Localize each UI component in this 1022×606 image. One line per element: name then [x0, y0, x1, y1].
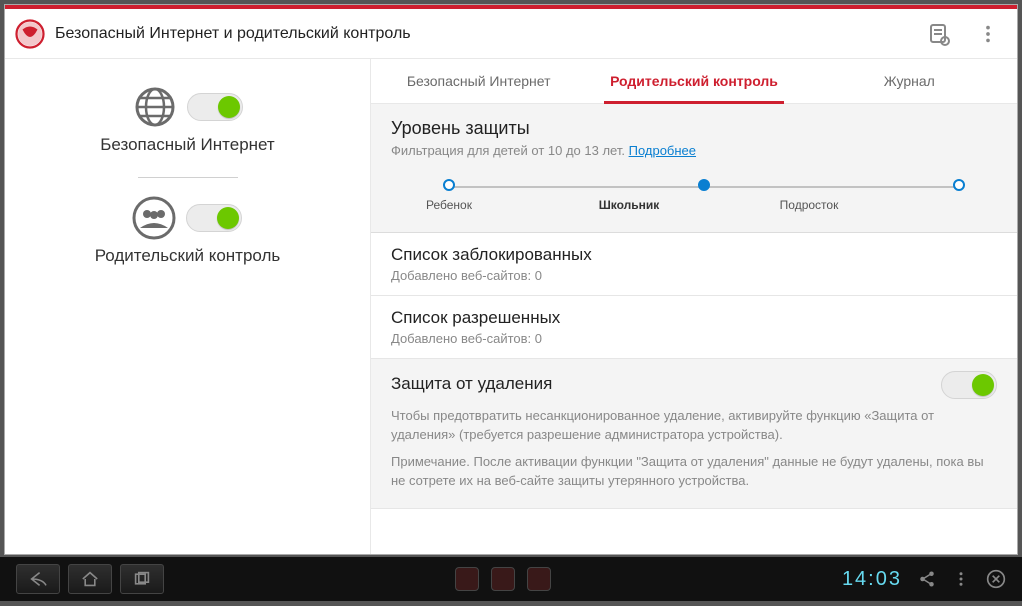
delete-protection-note1: Чтобы предотвратить несанкционированное … — [391, 407, 997, 445]
allowed-title: Список разрешенных — [391, 308, 997, 328]
protection-level-panel: Уровень защиты Фильтрация для детей от 1… — [371, 104, 1017, 233]
tab-journal[interactable]: Журнал — [802, 59, 1017, 103]
more-link[interactable]: Подробнее — [629, 143, 696, 158]
protection-subtitle: Фильтрация для детей от 10 до 13 лет. По… — [391, 143, 997, 158]
share-icon[interactable] — [918, 570, 936, 588]
app-title: Безопасный Интернет и родительский контр… — [55, 25, 927, 43]
toggle-safe-internet[interactable] — [187, 93, 243, 121]
menu-overflow-icon[interactable] — [977, 23, 999, 45]
recent-apps-button[interactable] — [120, 564, 164, 594]
tray-area[interactable] — [164, 567, 842, 591]
people-icon — [132, 196, 176, 240]
sidebar-item-parental[interactable]: Родительский контроль — [95, 196, 281, 266]
main-panel: Безопасный Интернет Родительский контрол… — [370, 59, 1017, 554]
sidebar: Безопасный Интернет Родительский контрол… — [5, 59, 370, 554]
home-button[interactable] — [68, 564, 112, 594]
sidebar-item-label: Безопасный Интернет — [100, 135, 274, 155]
tray-app-icon[interactable] — [527, 567, 551, 591]
tray-app-icon[interactable] — [491, 567, 515, 591]
close-x-icon[interactable] — [986, 569, 1006, 589]
app-logo-icon — [15, 19, 45, 49]
allowed-list-row[interactable]: Список разрешенных Добавлено веб-сайтов:… — [371, 296, 1017, 359]
blocked-list-row[interactable]: Список заблокированных Добавлено веб-сай… — [371, 233, 1017, 296]
sidebar-item-safe-internet[interactable]: Безопасный Интернет — [100, 85, 274, 155]
app-bar: Безопасный Интернет и родительский контр… — [5, 9, 1017, 59]
toggle-delete-protection[interactable] — [941, 371, 997, 399]
tabs: Безопасный Интернет Родительский контрол… — [371, 59, 1017, 104]
blocked-title: Список заблокированных — [391, 245, 997, 265]
delete-protection-note2: Примечание. После активации функции "Защ… — [391, 453, 997, 491]
back-button[interactable] — [16, 564, 60, 594]
blocked-subtitle: Добавлено веб-сайтов: 0 — [391, 268, 997, 283]
sidebar-divider — [138, 177, 238, 178]
clock: 14:03 — [842, 568, 902, 591]
menu-dots-icon[interactable] — [952, 570, 970, 588]
toggle-parental[interactable] — [186, 204, 242, 232]
slider-label-teen: Подросток — [719, 198, 899, 212]
delete-protection-title: Защита от удаления — [391, 374, 941, 394]
tray-app-icon[interactable] — [455, 567, 479, 591]
tab-safe-internet[interactable]: Безопасный Интернет — [371, 59, 586, 103]
globe-icon — [133, 85, 177, 129]
slider-label-school: Школьник — [539, 198, 719, 212]
protection-title: Уровень защиты — [391, 118, 997, 139]
protection-level-slider[interactable]: Ребенок Школьник Подросток — [431, 186, 977, 212]
report-icon[interactable] — [927, 22, 951, 46]
android-nav-bar: 14:03 — [0, 557, 1022, 601]
slider-label-child: Ребенок — [359, 198, 539, 212]
tab-parental-control[interactable]: Родительский контроль — [586, 59, 801, 103]
delete-protection-row: Защита от удаления Чтобы предотвратить н… — [371, 359, 1017, 509]
sidebar-item-label: Родительский контроль — [95, 246, 281, 266]
allowed-subtitle: Добавлено веб-сайтов: 0 — [391, 331, 997, 346]
